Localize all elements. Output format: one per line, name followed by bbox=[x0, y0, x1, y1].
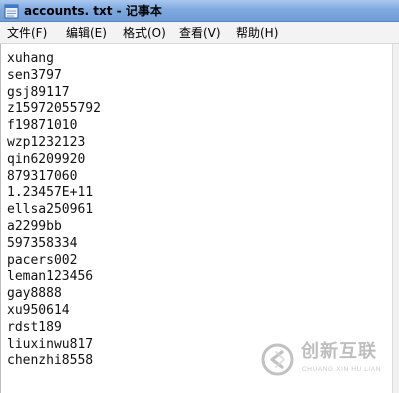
text-line: a2299bb bbox=[7, 218, 62, 234]
text-line: xu950614 bbox=[7, 302, 70, 318]
text-line: sen3797 bbox=[7, 67, 62, 83]
text-line: liuxinwu817 bbox=[7, 336, 94, 352]
notepad-window: accounts. txt - 记事本 文件(F) 编辑(E) 格式(O) 查看… bbox=[0, 0, 399, 393]
brand-logo-icon bbox=[261, 343, 294, 376]
title-bar[interactable]: accounts. txt - 记事本 bbox=[0, 0, 399, 22]
menu-file[interactable]: 文件(F) bbox=[5, 25, 49, 41]
text-line: gsj89117 bbox=[7, 84, 70, 100]
watermark: 创新互联 CHUANG XIN HU LIAN bbox=[261, 340, 396, 382]
brand-subtitle: CHUANG XIN HU LIAN bbox=[302, 366, 382, 373]
text-line: wzp1232123 bbox=[7, 134, 86, 150]
menu-view[interactable]: 查看(V) bbox=[177, 25, 223, 41]
brand-name: 创新互联 bbox=[301, 341, 377, 362]
menu-edit[interactable]: 编辑(E) bbox=[64, 25, 109, 41]
text-line: f19871010 bbox=[7, 118, 78, 134]
text-line: leman123456 bbox=[7, 269, 94, 285]
text-line: xuhang bbox=[7, 51, 54, 66]
notepad-icon bbox=[4, 4, 19, 19]
text-line: ellsa250961 bbox=[7, 202, 94, 218]
text-line: chenzhi8558 bbox=[7, 353, 94, 369]
text-line: pacers002 bbox=[7, 252, 78, 268]
menu-bar: 文件(F) 编辑(E) 格式(O) 查看(V) 帮助(H) bbox=[0, 22, 399, 44]
menu-format[interactable]: 格式(O) bbox=[121, 25, 168, 41]
window-title: accounts. txt - 记事本 bbox=[24, 4, 162, 18]
text-line: 597358334 bbox=[7, 235, 78, 251]
text-line: 879317060 bbox=[7, 168, 78, 184]
text-line: qin6209920 bbox=[7, 151, 86, 167]
text-line: 1.23457E+11 bbox=[7, 185, 94, 201]
text-line: rdst189 bbox=[7, 319, 62, 335]
text-line: z15972055792 bbox=[7, 101, 101, 117]
text-content: xuhang sen3797 gsj89117 z15972055792 f198710… bbox=[7, 51, 101, 370]
menu-help[interactable]: 帮助(H) bbox=[234, 25, 280, 41]
text-line: gay8888 bbox=[7, 286, 62, 302]
